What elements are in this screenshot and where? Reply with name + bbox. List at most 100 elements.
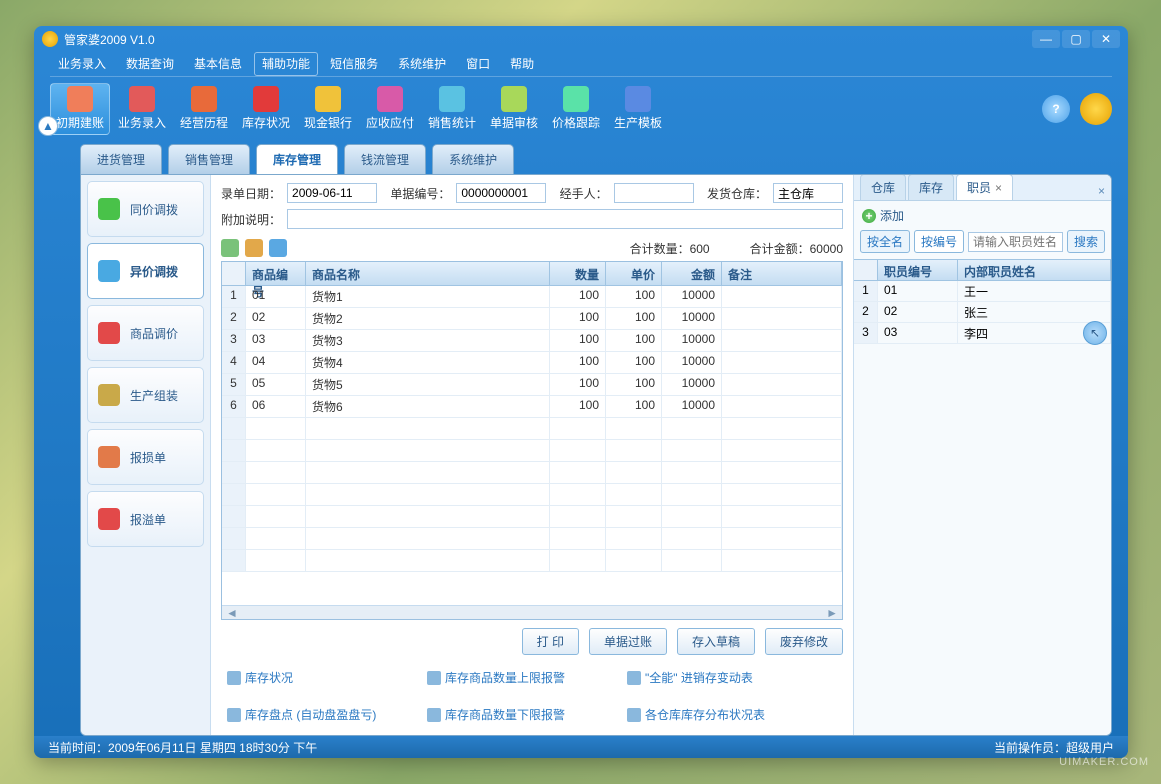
bill-input[interactable]	[456, 183, 546, 203]
toolbar-7[interactable]: 单据审核	[484, 83, 544, 135]
table-row[interactable]	[222, 528, 842, 550]
table-row[interactable]	[222, 418, 842, 440]
right-tab-0[interactable]: 仓库	[860, 174, 906, 200]
menu-item-7[interactable]: 帮助	[502, 52, 542, 76]
table-row[interactable]	[222, 440, 842, 462]
grid-header-cell[interactable]: 单价	[606, 262, 662, 285]
link-icon	[227, 708, 241, 722]
right-grid-body[interactable]: ↖ 101王一202张三303李四	[854, 281, 1111, 735]
tab-close-icon[interactable]: ×	[995, 181, 1002, 195]
quick-link-1[interactable]: 库存商品数量上限报警	[427, 669, 607, 686]
filter-fullname-button[interactable]: 按全名	[860, 230, 910, 253]
sidebar-item-4[interactable]: 报损单	[87, 429, 204, 485]
sidebar-item-0[interactable]: 同价调拨	[87, 181, 204, 237]
horizontal-scrollbar[interactable]: ◄ ►	[222, 605, 842, 619]
table-row[interactable]: 606货物610010010000	[222, 396, 842, 418]
tab-4[interactable]: 系统维护	[432, 144, 514, 174]
grid-header-cell[interactable]: 数量	[550, 262, 606, 285]
sidebar-item-1[interactable]: 异价调拨	[87, 243, 204, 299]
table-row[interactable]	[222, 462, 842, 484]
grid-header: 商品编号商品名称数量单价金额备注	[222, 262, 842, 286]
warehouse-label: 发货仓库：	[707, 185, 767, 202]
right-table-row[interactable]: 101王一	[854, 281, 1111, 302]
collapse-toggle[interactable]: ▲	[38, 116, 58, 136]
tab-2[interactable]: 库存管理	[256, 144, 338, 174]
menu-item-2[interactable]: 基本信息	[186, 52, 250, 76]
toolbar-5[interactable]: 应收应付	[360, 83, 420, 135]
save-draft-button[interactable]: 存入草稿	[677, 628, 755, 655]
grid-header-cell[interactable]: 金额	[662, 262, 722, 285]
right-header-cell[interactable]: 内部职员姓名	[958, 260, 1111, 280]
toolbar-6[interactable]: 销售统计	[422, 83, 482, 135]
toolbar-3[interactable]: 库存状况	[236, 83, 296, 135]
note-input[interactable]	[287, 209, 843, 229]
toolbar-icon	[501, 86, 527, 112]
toolbar-9[interactable]: 生产模板	[608, 83, 668, 135]
quick-link-0[interactable]: 库存状况	[227, 669, 407, 686]
menu-item-1[interactable]: 数据查询	[118, 52, 182, 76]
sidebar-item-2[interactable]: 商品调价	[87, 305, 204, 361]
back-to-top-button[interactable]: ↖	[1083, 321, 1107, 345]
discard-button[interactable]: 废弃修改	[765, 628, 843, 655]
toolbar-4[interactable]: 现金银行	[298, 83, 358, 135]
right-table-row[interactable]: 202张三	[854, 302, 1111, 323]
toolbar-1[interactable]: 业务录入	[112, 83, 172, 135]
table-row[interactable]	[222, 484, 842, 506]
grid-tool-icon-3[interactable]	[269, 239, 287, 257]
grid-header-cell[interactable]	[222, 262, 246, 285]
right-header-cell[interactable]	[854, 260, 878, 280]
filter-code-button[interactable]: 按编号	[914, 230, 964, 253]
brand-icon[interactable]	[1080, 93, 1112, 125]
table-row[interactable]	[222, 550, 842, 572]
right-tab-1[interactable]: 库存	[908, 174, 954, 200]
table-row[interactable]: 101货物110010010000	[222, 286, 842, 308]
grid-header-cell[interactable]: 备注	[722, 262, 842, 285]
tab-1[interactable]: 销售管理	[168, 144, 250, 174]
quick-link-4[interactable]: 库存商品数量下限报警	[427, 706, 607, 723]
table-row[interactable]: 505货物510010010000	[222, 374, 842, 396]
grid-body[interactable]: 101货物110010010000202货物210010010000303货物3…	[222, 286, 842, 605]
quick-link-3[interactable]: 库存盘点 (自动盘盈盘亏)	[227, 706, 407, 723]
quick-link-5[interactable]: 各仓库库存分布状况表	[627, 706, 807, 723]
grid-tool-icon-1[interactable]	[221, 239, 239, 257]
minimize-button[interactable]: —	[1032, 30, 1060, 48]
table-row[interactable]: 404货物410010010000	[222, 352, 842, 374]
help-icon[interactable]: ?	[1042, 95, 1070, 123]
tab-0[interactable]: 进货管理	[80, 144, 162, 174]
grid-tool-icon-2[interactable]	[245, 239, 263, 257]
close-button[interactable]: ✕	[1092, 30, 1120, 48]
search-input[interactable]	[968, 232, 1063, 252]
search-button[interactable]: 搜索	[1067, 230, 1105, 253]
sidebar-item-5[interactable]: 报溢单	[87, 491, 204, 547]
grid-header-cell[interactable]: 商品编号	[246, 262, 306, 285]
toolbar-0[interactable]: 初期建账	[50, 83, 110, 135]
menu-item-5[interactable]: 系统维护	[390, 52, 454, 76]
right-table-row[interactable]: 303李四	[854, 323, 1111, 344]
grid-header-cell[interactable]: 商品名称	[306, 262, 550, 285]
menu-item-3[interactable]: 辅助功能	[254, 52, 318, 76]
table-row[interactable]: 303货物310010010000	[222, 330, 842, 352]
panel-close-icon[interactable]: ×	[1092, 182, 1111, 200]
right-tab-2[interactable]: 职员×	[956, 174, 1013, 200]
tab-3[interactable]: 钱流管理	[344, 144, 426, 174]
warehouse-input[interactable]	[773, 183, 843, 203]
menu-item-4[interactable]: 短信服务	[322, 52, 386, 76]
titlebar[interactable]: 管家婆2009 V1.0 — ▢ ✕	[34, 26, 1128, 52]
add-button[interactable]: + 添加	[854, 201, 1111, 230]
toolbar-icon	[253, 86, 279, 112]
right-header-cell[interactable]: 职员编号	[878, 260, 958, 280]
date-input[interactable]	[287, 183, 377, 203]
print-button[interactable]: 打 印	[522, 628, 579, 655]
handler-input[interactable]	[614, 183, 694, 203]
sidebar-item-3[interactable]: 生产组装	[87, 367, 204, 423]
menu-item-0[interactable]: 业务录入	[50, 52, 114, 76]
link-icon	[627, 708, 641, 722]
post-button[interactable]: 单据过账	[589, 628, 667, 655]
quick-link-2[interactable]: "全能" 进销存变动表	[627, 669, 807, 686]
toolbar-2[interactable]: 经营历程	[174, 83, 234, 135]
maximize-button[interactable]: ▢	[1062, 30, 1090, 48]
table-row[interactable]: 202货物210010010000	[222, 308, 842, 330]
toolbar-8[interactable]: 价格跟踪	[546, 83, 606, 135]
menu-item-6[interactable]: 窗口	[458, 52, 498, 76]
table-row[interactable]	[222, 506, 842, 528]
